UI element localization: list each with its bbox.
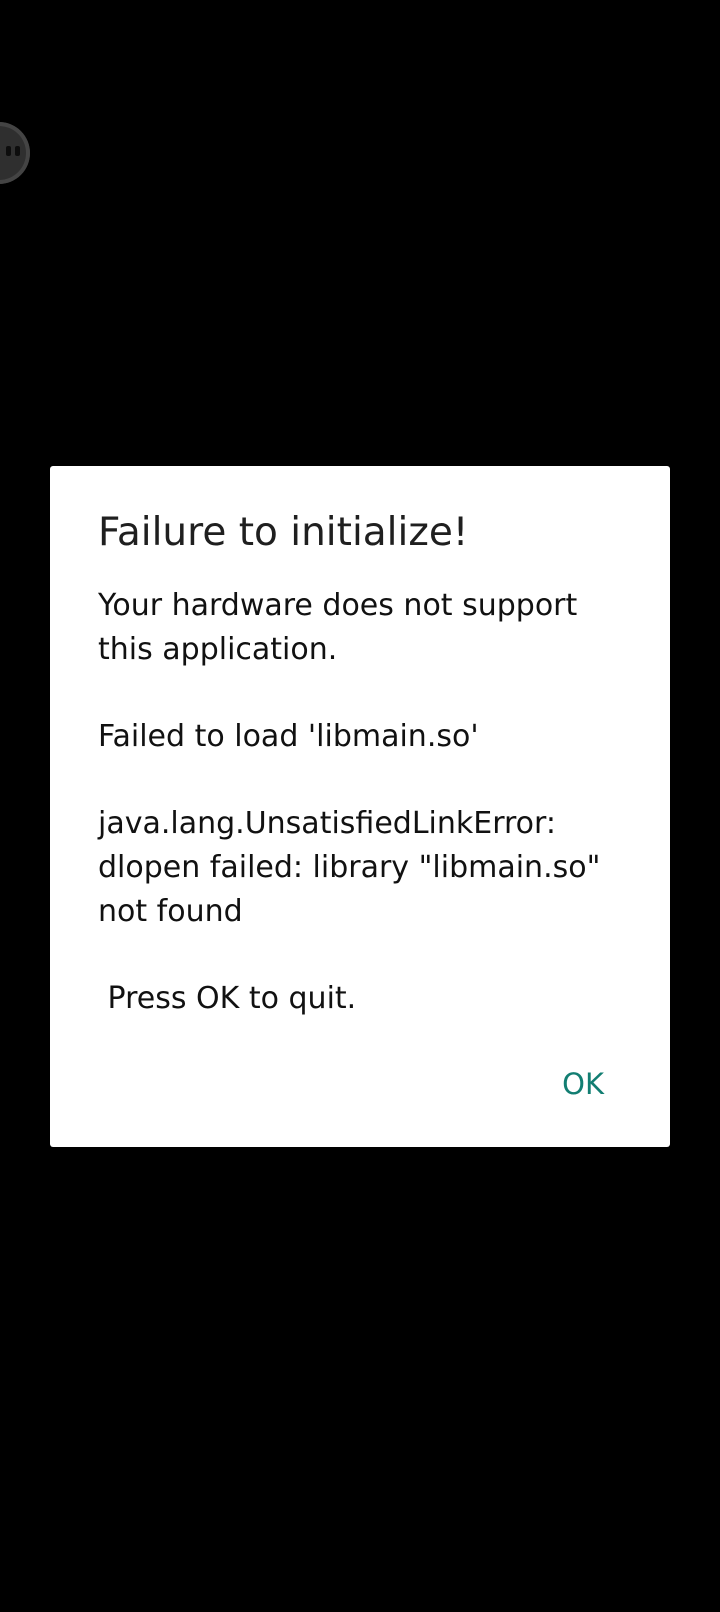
error-dialog: Failure to initialize! Your hardware doe… — [50, 466, 670, 1147]
message-error-detail: java.lang.UnsatisfiedLinkError: dlopen f… — [98, 806, 610, 929]
message-hardware: Your hardware does not support this appl… — [98, 588, 587, 667]
ok-button[interactable]: OK — [546, 1057, 620, 1111]
handle-dot — [6, 146, 11, 156]
message-quit-hint: Press OK to quit. — [98, 981, 357, 1016]
floating-assistive-handle-icon[interactable] — [0, 122, 30, 184]
dialog-title: Failure to initialize! — [98, 510, 469, 555]
message-load-failure: Failed to load 'libmain.so' — [98, 719, 479, 754]
handle-dot — [15, 146, 20, 156]
dialog-message: Your hardware does not support this appl… — [98, 584, 638, 1021]
